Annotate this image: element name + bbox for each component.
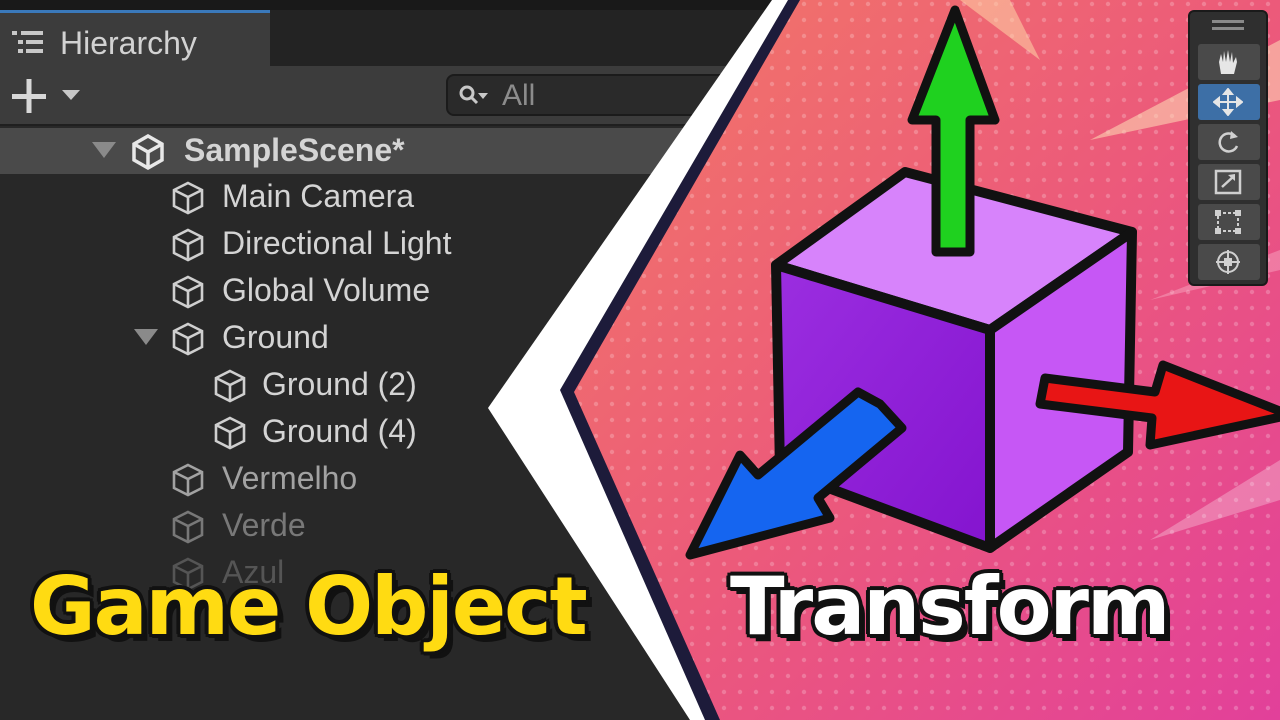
scale-tool-button[interactable]: [1198, 164, 1260, 200]
scale-icon: [1214, 169, 1242, 195]
tools-palette: [1188, 10, 1268, 286]
move-tool-button[interactable]: [1198, 84, 1260, 120]
title-game-object: Game Object: [30, 560, 588, 653]
move-icon: [1213, 88, 1243, 116]
thumbnail: Hierarchy All SampleScene* Main Camera D…: [0, 0, 1280, 720]
hand-icon: [1219, 50, 1237, 74]
hand-tool-button[interactable]: [1198, 44, 1260, 80]
transform-icon: [1216, 250, 1240, 274]
rotate-tool-button[interactable]: [1198, 124, 1260, 160]
rect-tool-button[interactable]: [1198, 204, 1260, 240]
transform-tool-button[interactable]: [1198, 244, 1260, 280]
rotate-icon: [1218, 131, 1239, 153]
drag-handle-icon[interactable]: [1212, 20, 1244, 30]
title-transform: Transform: [730, 560, 1170, 653]
rect-icon: [1215, 210, 1241, 234]
